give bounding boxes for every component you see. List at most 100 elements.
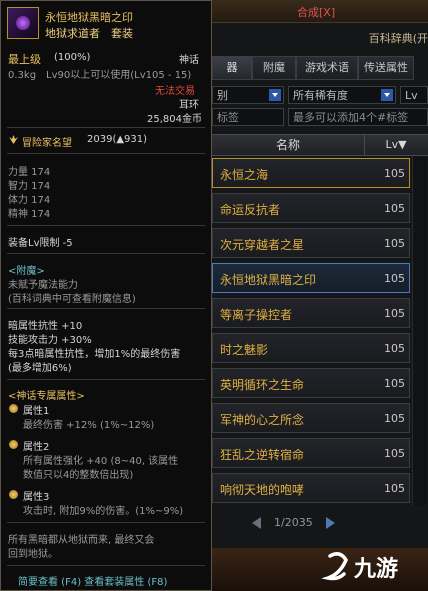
effect-line: (最多增加6%) (8, 363, 72, 374)
myth-attr-title: <神话专属属性> (8, 391, 85, 402)
item-name: 命运反抗者 (220, 203, 281, 217)
rarity-filter-value: 所有稀有度 (293, 89, 348, 102)
attr-bullet-icon (9, 404, 18, 413)
effect-line: 每3点暗属性抗性，增加1%的最终伤害 (8, 349, 181, 360)
watermark-text: 九游 (353, 556, 398, 582)
list-item[interactable]: 命运反抗者 105 (212, 193, 410, 223)
item-level: 105 (384, 342, 405, 355)
list-item[interactable]: 等离子操控者 105 (212, 298, 410, 328)
item-level: 105 (384, 412, 405, 425)
earring-item-icon (7, 7, 39, 39)
item-name: 响彻天地的咆哮 (220, 483, 305, 497)
chevron-down-icon (381, 89, 393, 101)
list-item[interactable]: 永恒之海 105 (212, 158, 410, 188)
item-name: 永恒之海 (220, 168, 269, 182)
list-item[interactable]: 军神的心之所念 105 (212, 403, 410, 433)
grade-percent: (100%) (54, 52, 91, 63)
effect-line: 技能攻击力 +30% (8, 335, 92, 346)
list-item[interactable]: 次元穿越者之星 105 (212, 228, 410, 258)
item-name: 狂乱之逆转宿命 (220, 448, 305, 462)
prev-page-icon[interactable] (252, 517, 261, 529)
tab-transfer-attr[interactable]: 传送属性 (358, 56, 414, 80)
item-level: 105 (384, 237, 405, 250)
divider (7, 127, 205, 128)
item-name: 永恒地狱黑暗之印 (220, 273, 317, 287)
myth-attr-desc-cont: 数值只以4的整数倍出现) (23, 470, 134, 481)
enchant-title: <附魔> (8, 266, 45, 277)
item-tooltip: 永恒地狱黑暗之印 地狱求道者 套装 最上级 (100%) 神话 0.3kg Lv… (0, 0, 212, 591)
next-page-icon[interactable] (326, 517, 335, 529)
rarity-label: 神话 (179, 55, 199, 66)
tab-enchant[interactable]: 附魔 (252, 56, 296, 80)
level-filter-select[interactable]: Lv (400, 86, 428, 104)
stat-line: 体力 174 (8, 195, 51, 206)
rarity-filter-select[interactable]: 所有稀有度 (288, 86, 396, 104)
hotkey-hint[interactable]: 简要查看 (F4) 查看套装属性 (F8) (18, 573, 167, 588)
encyclopedia-panel: 合成[X] 百科辞典(开 器 附魔 游戏术语 传送属性 别 所有稀有度 Lv 标… (212, 0, 428, 591)
enchant-status: 未赋予魔法能力 (8, 280, 78, 291)
item-level: 105 (384, 272, 405, 285)
tab-bar: 器 附魔 游戏术语 传送属性 (212, 56, 428, 80)
weight-level-info: 0.3kg Lv90以上可以使用(Lv105 - 15) (8, 70, 192, 81)
myth-attr-desc: 攻击时, 附加9%的伤害。(1%~9%) (23, 506, 184, 517)
sell-price: 25,804金币 (147, 114, 202, 125)
item-grade: 最上级 (8, 53, 41, 66)
divider (7, 379, 205, 380)
divider (7, 522, 205, 523)
attr-bullet-icon (9, 440, 18, 449)
tag-add-input[interactable]: 最多可以添加4个#标签 (288, 108, 428, 126)
list-item[interactable]: 英明循环之生命 105 (212, 368, 410, 398)
myth-attr-desc: 所有属性强化 +40 (8~40, 该属性 (23, 456, 179, 467)
stat-line: 智力 174 (8, 181, 51, 192)
effect-line: 暗属性抗性 +10 (8, 321, 83, 332)
item-name: 时之魅影 (220, 343, 269, 357)
list-item[interactable]: 狂乱之逆转宿命 105 (212, 438, 410, 468)
list-item[interactable]: 时之魅影 105 (212, 333, 410, 363)
tag-search-input[interactable]: 标签 (212, 108, 284, 126)
fame-label: 冒险家名望 (22, 138, 72, 149)
myth-attr-desc: 最终伤害 +12% (1%~12%) (23, 420, 155, 431)
item-level: 105 (384, 447, 405, 460)
panel-title-bar: 合成[X] (212, 0, 428, 23)
list-scrollbar[interactable] (412, 156, 427, 506)
tab-game-terms[interactable]: 游戏术语 (296, 56, 358, 80)
stat-line: 力量 174 (8, 167, 51, 178)
item-name: 英明循环之生命 (220, 378, 305, 392)
chevron-down-icon (269, 89, 281, 101)
item-name: 次元穿越者之星 (220, 238, 305, 252)
myth-attr-name: 属性1 (23, 406, 50, 417)
item-level: 105 (384, 167, 405, 180)
divider (7, 153, 205, 154)
slot-type: 耳环 (179, 100, 199, 111)
item-level: 105 (384, 307, 405, 320)
fame-value: 2039(▲931) (87, 134, 148, 145)
item-name: 军神的心之所念 (220, 413, 305, 427)
enchant-hint: (百科词典中可查看附魔信息) (8, 294, 136, 305)
column-header-level[interactable]: Lv▼ (364, 135, 428, 155)
list-item[interactable]: 响彻天地的咆哮 105 (212, 473, 410, 503)
list-header: 名称 Lv▼ (212, 134, 428, 156)
watermark-logo: 九游 (320, 548, 420, 586)
item-level: 105 (384, 202, 405, 215)
panel-title[interactable]: 合成[X] (297, 4, 335, 20)
divider (7, 565, 205, 566)
column-header-name[interactable]: 名称 (212, 135, 365, 155)
item-level: 105 (384, 377, 405, 390)
myth-attr-name: 属性3 (23, 492, 50, 503)
item-name: 永恒地狱黑暗之印 (45, 11, 133, 24)
type-filter-value: 别 (217, 89, 228, 102)
trade-restriction: 无法交易 (155, 86, 195, 97)
encyclopedia-subtitle: 百科辞典(开 (368, 32, 428, 45)
page-indicator: 1/2035 (274, 516, 313, 529)
flavor-text: 所有黑暗都从地狱而来, 最终又会 (8, 535, 155, 546)
item-level: 105 (384, 482, 405, 495)
divider (7, 253, 205, 254)
divider (7, 308, 205, 309)
fame-icon (9, 135, 18, 144)
type-filter-select[interactable]: 别 (212, 86, 284, 104)
set-name: 地狱求道者 套装 (45, 27, 133, 40)
equip-level-limit: 装备Lv限制 -5 (8, 238, 73, 249)
tab-equipment[interactable]: 器 (212, 56, 252, 80)
divider (7, 225, 205, 226)
list-item-selected[interactable]: 永恒地狱黑暗之印 105 (212, 263, 410, 293)
